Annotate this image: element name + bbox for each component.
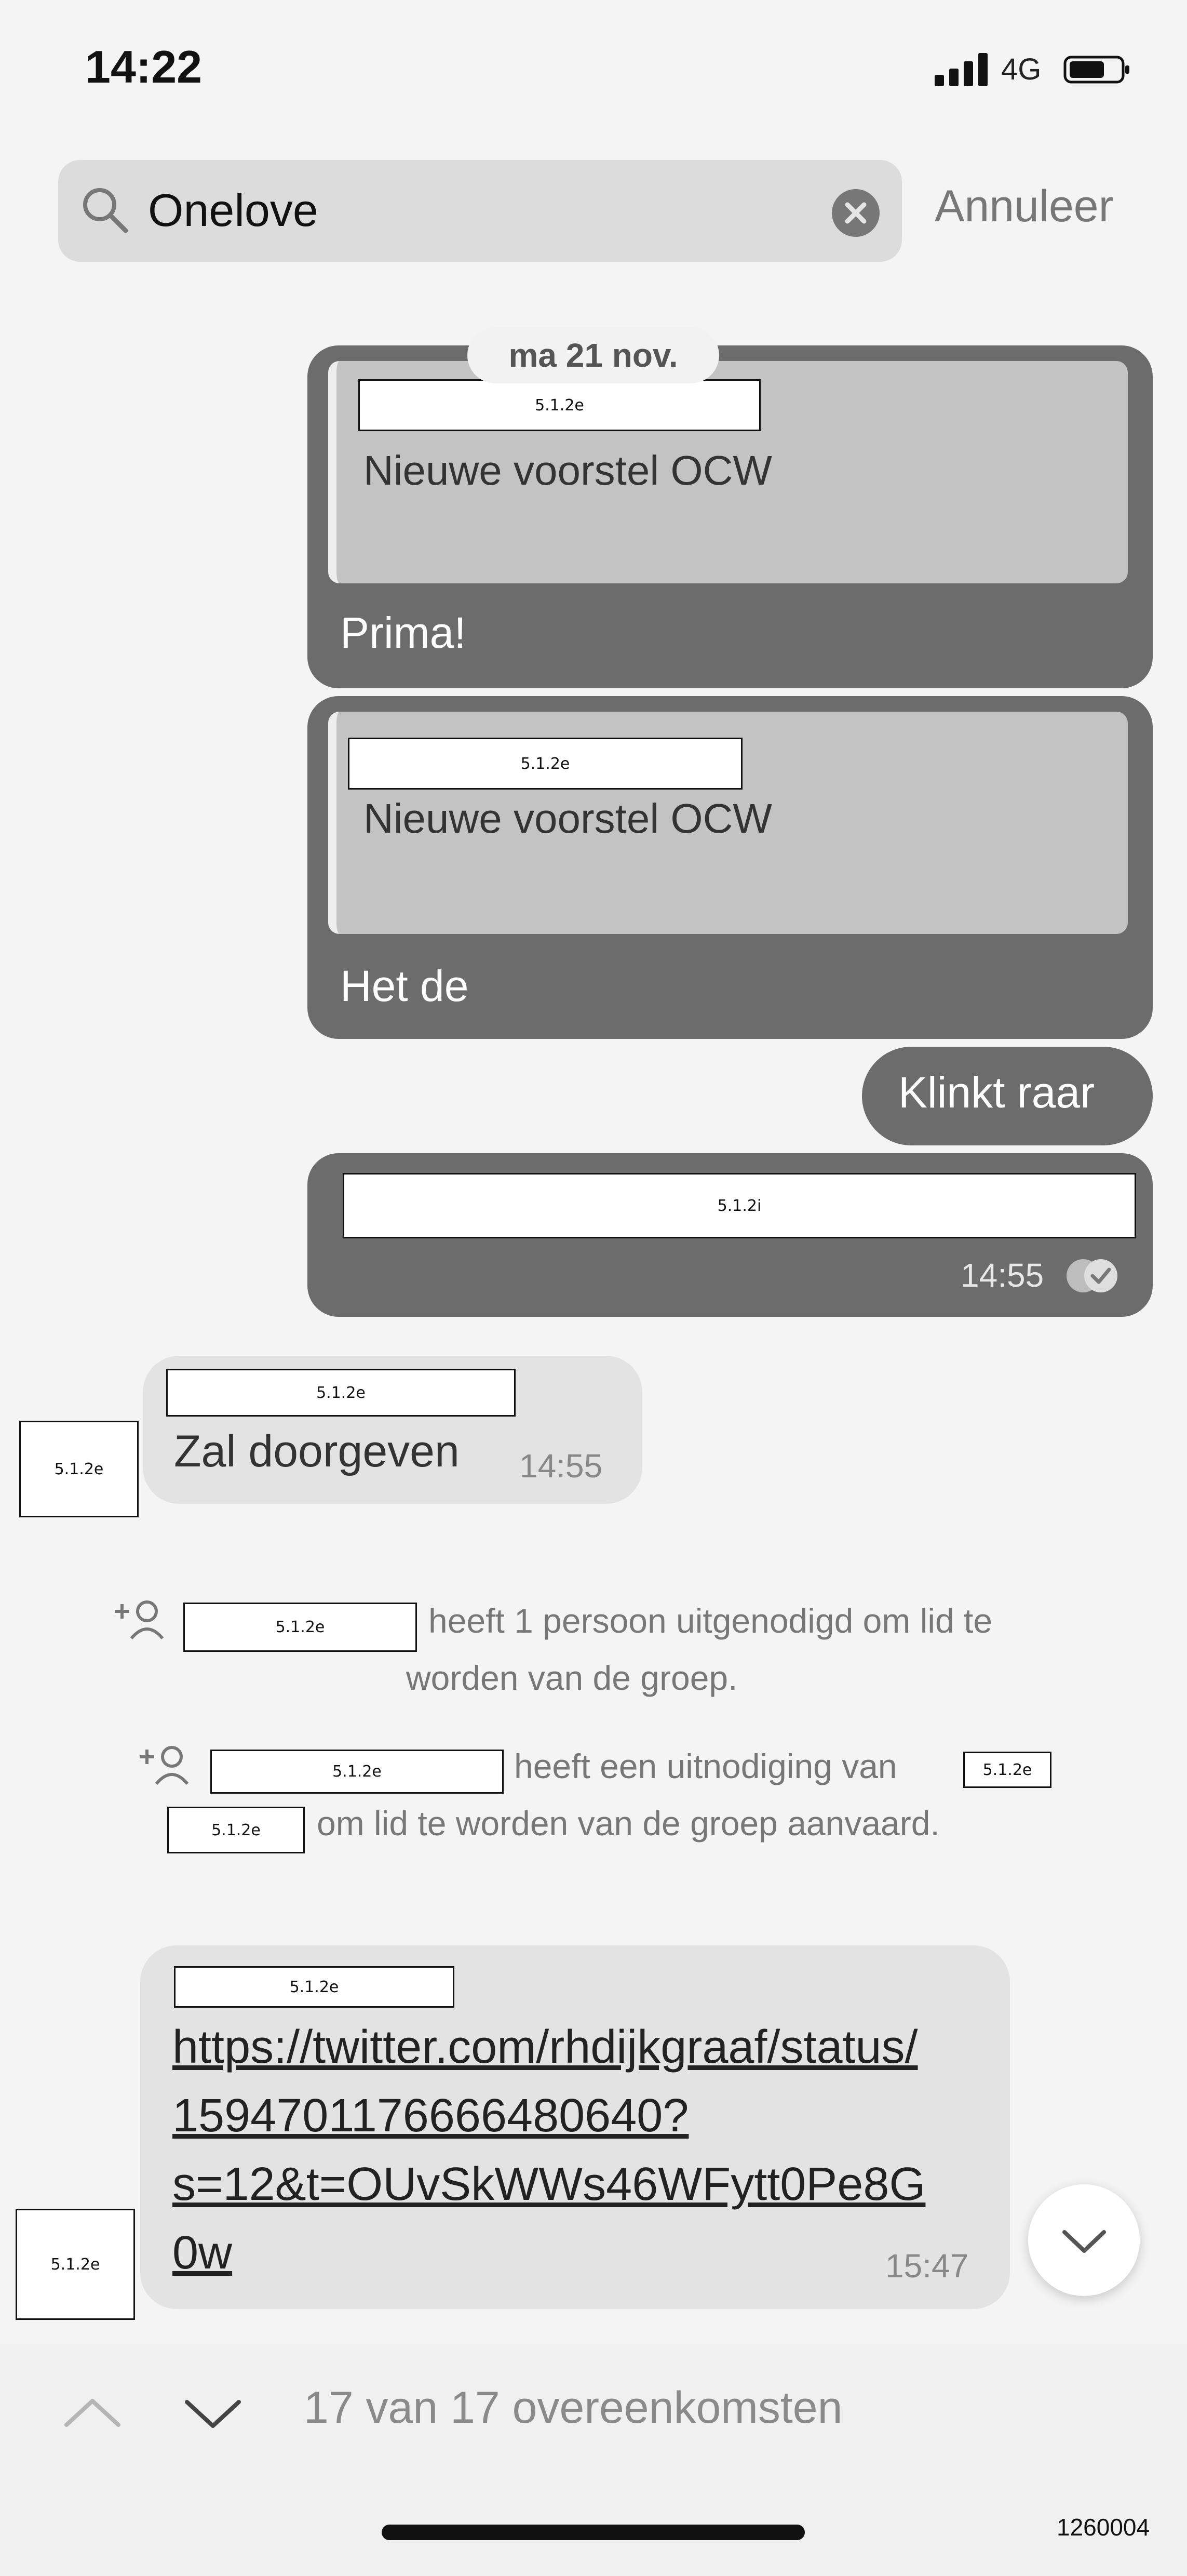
message-text: Prima!: [340, 608, 466, 657]
system-message-text: worden van de groep.: [406, 1659, 738, 1697]
signal-icon: [935, 53, 988, 86]
message-time: 14:55: [961, 1257, 1044, 1294]
link-text[interactable]: 1594701176666480640?: [172, 2081, 689, 2150]
link-text[interactable]: https://twitter.com/rhdijkgraaf/status/: [172, 2013, 918, 2081]
message-text: Zal doorgeven: [174, 1426, 460, 1476]
chevron-down-icon: [1062, 2230, 1106, 2253]
status-time: 14:22: [85, 41, 203, 92]
system-message-text: heeft 1 persoon uitgenodigd om lid te: [428, 1601, 993, 1640]
redaction-label: 5.1.2e: [358, 379, 761, 431]
avatar[interactable]: 5.1.2e: [16, 2209, 135, 2320]
redaction-label: 5.1.2i: [343, 1173, 1136, 1238]
battery-icon: [1063, 56, 1129, 84]
network-label: 4G: [1001, 52, 1042, 86]
message-time: 14:55: [519, 1447, 603, 1485]
message-time: 15:47: [885, 2247, 969, 2285]
message-text: Klinkt raar: [898, 1068, 1095, 1117]
search-icon: [83, 188, 128, 233]
match-counter: 17 van 17 overeenkomsten: [304, 2383, 843, 2433]
quoted-text: Nieuwe voorstel OCW: [363, 447, 772, 493]
home-indicator[interactable]: [382, 2525, 805, 2540]
message-text: Het de: [340, 962, 469, 1010]
sender-name: 5.1.2e: [174, 1966, 454, 2008]
redaction-label: 5.1.2e: [183, 1603, 417, 1652]
sender-name: 5.1.2e: [166, 1369, 516, 1417]
system-message-text: om lid te worden van de groep aanvaard.: [317, 1804, 940, 1843]
chevron-down-icon[interactable]: [182, 2396, 244, 2432]
cancel-button[interactable]: Annuleer: [935, 181, 1113, 232]
redaction-label: 5.1.2e: [210, 1750, 504, 1794]
quoted-text: Nieuwe voorstel OCW: [363, 795, 772, 842]
system-message-text: heeft een uitnodiging van: [514, 1747, 897, 1785]
clear-icon[interactable]: [831, 188, 881, 238]
add-person-icon: [115, 1600, 164, 1639]
chevron-up-icon[interactable]: [61, 2394, 124, 2430]
redaction-label: 5.1.2e: [167, 1807, 305, 1853]
link-text[interactable]: s=12&t=OUvSkWWs46WFytt0Pe8G: [172, 2150, 925, 2219]
redaction-label: 5.1.2e: [963, 1752, 1051, 1788]
link-text[interactable]: 0w: [172, 2219, 232, 2287]
search-input[interactable]: Onelove: [148, 184, 318, 237]
read-receipt-icon: [1067, 1259, 1117, 1292]
add-person-icon: [140, 1746, 189, 1785]
document-number: 1260004: [1057, 2514, 1150, 2541]
date-separator: ma 21 nov.: [467, 327, 719, 383]
search-results-bar: [0, 2344, 1187, 2576]
redaction-label: 5.1.2e: [348, 738, 743, 790]
avatar[interactable]: 5.1.2e: [19, 1421, 139, 1517]
